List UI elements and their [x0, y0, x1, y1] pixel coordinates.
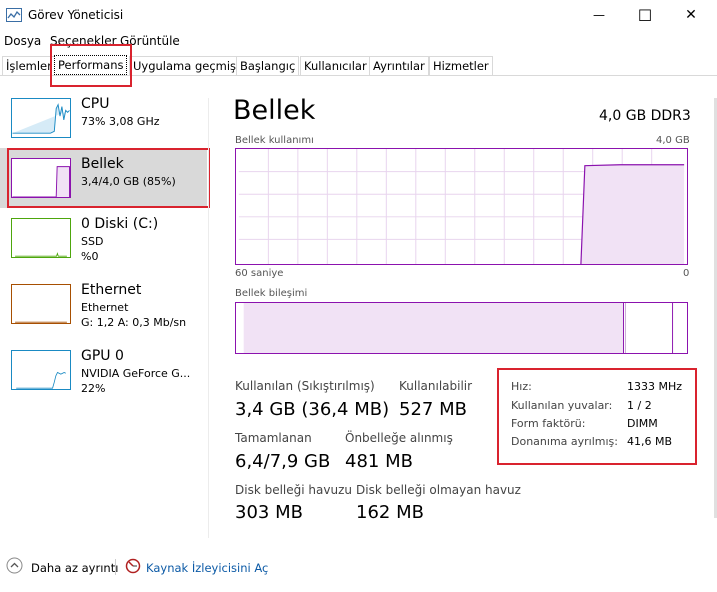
in-use-label: Kullanılan (Sıkıştırılmış)	[235, 379, 375, 393]
maximize-button[interactable]: ☐	[622, 0, 668, 30]
sidebar: CPU 73% 3,08 GHz Bellek 3,4/4,0 GB (85%)…	[0, 90, 210, 540]
sidebar-item-gpu[interactable]: GPU 0 NVIDIA GeForce G... 22%	[0, 342, 207, 402]
usage-chart-label: Bellek kullanımı	[235, 135, 314, 146]
tab-services[interactable]: Hizmetler	[429, 56, 493, 75]
sidebar-cpu-name: CPU	[81, 96, 110, 112]
memory-composition-bar	[235, 302, 688, 354]
sidebar-item-cpu[interactable]: CPU 73% 3,08 GHz	[0, 90, 207, 150]
sidebar-ethernet-name: Ethernet	[81, 282, 142, 298]
tab-startup[interactable]: Başlangıç	[236, 56, 300, 75]
usage-chart-max: 4,0 GB	[656, 135, 690, 146]
sidebar-cpu-usage: 73% 3,08 GHz	[81, 115, 160, 128]
available-value: 527 MB	[399, 399, 467, 420]
sidebar-gpu-usage: 22%	[81, 382, 106, 395]
open-resource-monitor-link[interactable]: Kaynak İzleyicisini Aç	[146, 561, 268, 575]
in-use-value: 3,4 GB (36,4 MB)	[235, 399, 390, 420]
nonpaged-pool-value: 162 MB	[356, 502, 424, 523]
sidebar-divider	[208, 98, 209, 538]
ethernet-thumbnail-graph	[11, 284, 71, 324]
committed-label: Tamamlanan	[235, 431, 312, 445]
paged-pool-label: Disk belleği havuzu	[235, 483, 352, 497]
tab-users[interactable]: Kullanıcılar	[300, 56, 371, 75]
memory-usage-graph	[235, 148, 688, 265]
committed-value: 6,4/7,9 GB	[235, 451, 331, 472]
highlight-info-box	[497, 368, 697, 465]
chevron-up-icon[interactable]	[6, 557, 23, 574]
memory-spec: 4,0 GB DDR3	[599, 108, 691, 124]
cpu-thumbnail-graph	[11, 98, 71, 138]
nonpaged-pool-label: Disk belleği olmayan havuz	[356, 483, 521, 497]
available-label: Kullanılabilir	[399, 379, 473, 393]
close-button[interactable]: ✕	[668, 0, 714, 30]
sidebar-disk-type: SSD	[81, 235, 104, 248]
minimize-button[interactable]: —	[576, 0, 622, 30]
sidebar-item-ethernet[interactable]: Ethernet Ethernet G: 1,2 A: 0,3 Mb/sn	[0, 276, 207, 336]
footer: Daha az ayrıntı Kaynak İzleyicisini Aç	[0, 555, 717, 585]
task-manager-icon	[6, 8, 22, 22]
footer-divider	[115, 559, 116, 575]
menu-file[interactable]: Dosya	[4, 34, 41, 48]
composition-label: Bellek bileşimi	[235, 288, 308, 299]
sidebar-gpu-model: NVIDIA GeForce G...	[81, 367, 191, 380]
window-title: Görev Yöneticisi	[28, 8, 124, 22]
cached-value: 481 MB	[345, 451, 413, 472]
gpu-thumbnail-graph	[11, 350, 71, 390]
tab-app-history[interactable]: Uygulama geçmişi	[129, 56, 244, 75]
page-title: Bellek	[233, 95, 316, 126]
usage-chart-min: 0	[683, 268, 690, 279]
sidebar-ethernet-adapter: Ethernet	[81, 301, 129, 314]
sidebar-gpu-name: GPU 0	[81, 348, 124, 364]
tab-processes[interactable]: İşlemler	[2, 56, 56, 75]
less-details-link[interactable]: Daha az ayrıntı	[31, 561, 118, 575]
paged-pool-value: 303 MB	[235, 502, 303, 523]
close-icon: ✕	[685, 7, 697, 23]
tab-details[interactable]: Ayrıntılar	[369, 56, 429, 75]
sidebar-disk-usage: %0	[81, 250, 99, 263]
sidebar-ethernet-throughput: G: 1,2 A: 0,3 Mb/sn	[81, 316, 187, 329]
disk-thumbnail-graph	[11, 218, 71, 258]
usage-chart-time: 60 saniye	[235, 268, 284, 279]
highlight-performance-tab	[50, 44, 132, 87]
cached-label: Önbelleğe alınmış	[345, 431, 453, 445]
resource-monitor-icon	[125, 558, 141, 574]
title-bar: Görev Yöneticisi — ☐ ✕	[0, 0, 717, 32]
minimize-icon: —	[593, 8, 605, 22]
maximize-icon: ☐	[637, 5, 653, 25]
highlight-memory-item	[7, 148, 210, 208]
sidebar-item-disk[interactable]: 0 Diski (C:) SSD %0	[0, 210, 207, 270]
sidebar-disk-name: 0 Diski (C:)	[81, 216, 159, 232]
